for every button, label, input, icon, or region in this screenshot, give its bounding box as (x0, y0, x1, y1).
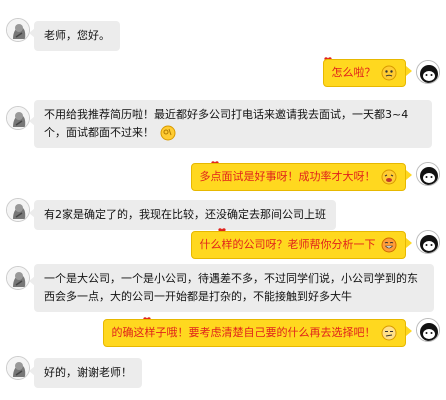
teacher-avatar-icon (417, 319, 439, 341)
message-text: 一个是大公司，一个是小公司，待遇差不多，不过同学们说，小公司学到的东西会多一点，… (44, 272, 418, 303)
message-bubble: 老师，您好。 (34, 21, 120, 51)
message-bubble: 多点面试是好事呀！成功率才大呀！ (190, 163, 406, 191)
message-bubble: 怎么啦？ (322, 59, 406, 87)
cheering-face-icon (381, 169, 397, 185)
student-avatar[interactable] (6, 198, 30, 222)
teacher-avatar[interactable] (416, 60, 440, 84)
bubble-tail (406, 170, 412, 180)
message-text: 好的，谢谢老师！ (44, 366, 132, 379)
bubble-tail (406, 66, 412, 76)
student-avatar-icon (7, 19, 29, 41)
teacher-avatar[interactable] (416, 318, 440, 342)
message-bubble: 有2家是确定了的，我现在比较，还没确定去那间公司上班 (34, 200, 336, 230)
message-text: 不用给我推荐简历啦！最近都好多公司打电话来邀请我去面试，一天都3~4个，面试都面… (44, 108, 409, 139)
teacher-avatar-icon (417, 61, 439, 83)
student-avatar[interactable] (6, 18, 30, 42)
teacher-avatar-icon (417, 163, 439, 185)
message-text: 的确这样子哦！要考虑清楚自己要的什么再去选择吧！ (111, 326, 376, 339)
teacher-avatar[interactable] (416, 230, 440, 254)
teacher-avatar[interactable] (416, 162, 440, 186)
message-bubble: 不用给我推荐简历啦！最近都好多公司打电话来邀请我去面试，一天都3~4个，面试都面… (34, 100, 432, 148)
message-bubble: 什么样的公司呀？老师帮你分析一下 (190, 231, 406, 259)
message-bubble: 好的，谢谢老师！ (34, 358, 142, 388)
message-bubble: 一个是大公司，一个是小公司，待遇差不多，不过同学们说，小公司学到的东西会多一点，… (34, 264, 434, 312)
message-text: 老师，您好。 (44, 29, 110, 42)
grinning-face-icon (381, 237, 397, 253)
student-avatar-icon (7, 107, 29, 129)
student-avatar-icon (7, 199, 29, 221)
message-text: 怎么啦？ (331, 66, 376, 79)
message-text: 多点面试是好事呀！成功率才大呀！ (199, 170, 376, 183)
student-avatar[interactable] (6, 106, 30, 130)
message-text: 什么样的公司呀？老师帮你分析一下 (199, 238, 376, 251)
ok-hand-icon (160, 125, 175, 141)
student-avatar[interactable] (6, 356, 30, 380)
message-text: 有2家是确定了的，我现在比较，还没确定去那间公司上班 (44, 208, 326, 221)
message-bubble: 的确这样子哦！要考虑清楚自己要的什么再去选择吧！ (102, 319, 406, 347)
teacher-avatar-icon (417, 231, 439, 253)
bubble-tail (406, 326, 412, 336)
smirk-face-icon (381, 325, 397, 341)
confused-face-icon (381, 65, 397, 81)
student-avatar-icon (7, 357, 29, 379)
bubble-tail (406, 238, 412, 248)
student-avatar-icon (7, 267, 29, 289)
student-avatar[interactable] (6, 266, 30, 290)
